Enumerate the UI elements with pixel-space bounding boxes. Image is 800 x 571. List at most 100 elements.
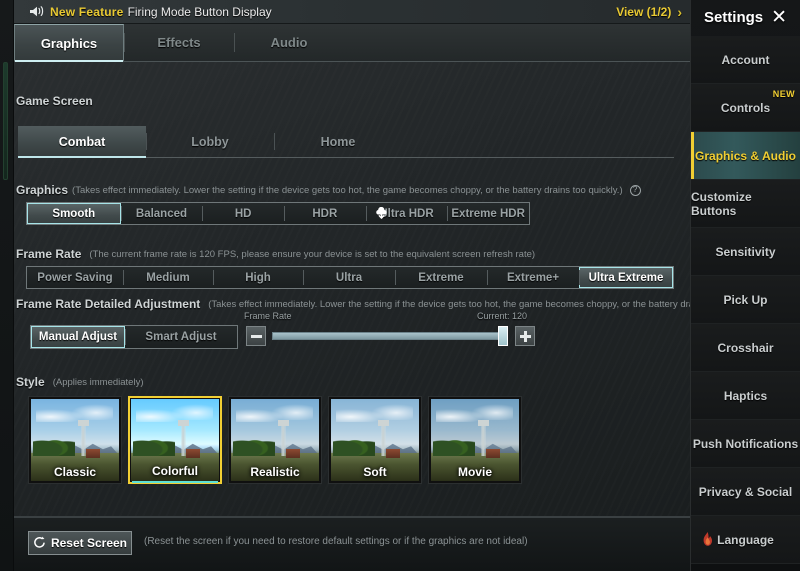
tab-effects[interactable]: Effects xyxy=(124,24,234,61)
sidebar-item-customize-buttons[interactable]: Customize Buttons xyxy=(691,180,800,228)
graphics-quality-segmented: Smooth Balanced HD HDR Ultra HDR Extreme… xyxy=(26,202,530,225)
style-item-classic[interactable]: Classic xyxy=(28,396,122,484)
frame-rate-option-extreme[interactable]: Extreme xyxy=(395,267,487,288)
sidebar-item-sensitivity[interactable]: Sensitivity xyxy=(691,228,800,276)
reset-arrow-icon xyxy=(33,536,46,551)
banner-text: Firing Mode Button Display xyxy=(127,4,272,19)
graphics-option-hd-label: HD xyxy=(234,207,252,220)
style-row-label: Style (Applies immediately) xyxy=(16,375,144,389)
banner-view-button[interactable]: View (1/2) › xyxy=(616,5,682,19)
sidebar-item-push-notifications[interactable]: Push Notifications xyxy=(691,420,800,468)
frame-rate-option-power-saving[interactable]: Power Saving xyxy=(27,267,123,288)
frame-rate-option-ultra[interactable]: Ultra xyxy=(303,267,395,288)
settings-tabbar: Graphics Effects Audio xyxy=(14,24,690,62)
sidebar-title: Settings xyxy=(703,8,764,26)
graphics-option-ultra-hdr[interactable]: Ultra HDR xyxy=(365,203,448,224)
sidebar-item-pick-up-label: Pick Up xyxy=(723,292,768,307)
frame-rate-slider-track[interactable] xyxy=(272,332,504,340)
game-screen-tab-combat-label: Combat xyxy=(58,134,106,149)
smart-adjust-label: Smart Adjust xyxy=(145,331,217,343)
graphics-option-smooth[interactable]: Smooth xyxy=(27,203,121,224)
graphics-option-balanced-label: Balanced xyxy=(135,207,188,220)
style-item-realistic[interactable]: Realistic xyxy=(228,396,322,484)
frame-rate-option-ultra-extreme-label: Ultra Extreme xyxy=(588,271,664,284)
frame-rate-segmented: Power Saving Medium High Ultra Extreme E… xyxy=(26,266,674,289)
frame-rate-option-power-saving-label: Power Saving xyxy=(37,271,113,284)
game-screen-title: Game Screen xyxy=(16,94,93,108)
close-icon[interactable]: ✕ xyxy=(771,8,787,27)
sidebar-item-language-label: Language xyxy=(717,532,774,547)
manual-adjust-button[interactable]: Manual Adjust xyxy=(31,326,125,348)
sidebar-item-account-label: Account xyxy=(721,52,770,67)
sidebar-item-account[interactable]: Account xyxy=(691,36,800,84)
frame-rate-option-extreme-plus[interactable]: Extreme+ xyxy=(487,267,579,288)
smart-adjust-button[interactable]: Smart Adjust xyxy=(125,326,237,348)
style-label: Style xyxy=(16,375,45,389)
game-screen-tab-home[interactable]: Home xyxy=(274,126,402,157)
tab-audio[interactable]: Audio xyxy=(234,24,344,61)
banner-view-label: View (1/2) xyxy=(616,4,672,19)
sidebar-item-controls[interactable]: NEW Controls xyxy=(691,84,800,132)
sidebar-item-privacy-social[interactable]: Privacy & Social xyxy=(691,468,800,516)
frame-rate-option-ultra-extreme[interactable]: Ultra Extreme xyxy=(579,267,673,288)
reset-screen-button[interactable]: Reset Screen xyxy=(28,531,132,555)
tab-audio-label: Audio xyxy=(270,35,308,50)
left-scrollbar[interactable] xyxy=(3,62,8,180)
game-screen-tab-lobby[interactable]: Lobby xyxy=(146,126,274,157)
graphics-label: Graphics xyxy=(16,183,69,197)
question-mark-icon[interactable]: ? xyxy=(629,184,641,196)
graphics-row-label: Graphics (Takes effect immediately. Lowe… xyxy=(16,183,641,197)
frame-rate-option-extreme-label: Extreme xyxy=(418,271,464,284)
cloud-download-icon xyxy=(374,206,389,224)
sidebar-item-controls-badge: NEW xyxy=(772,89,795,99)
style-item-movie-label: Movie xyxy=(457,465,492,479)
style-item-movie[interactable]: Movie xyxy=(428,396,522,484)
game-screen-tab-lobby-label: Lobby xyxy=(191,134,229,149)
style-thumbnail-list: Classic Colorful Realistic Soft Movie xyxy=(28,396,522,484)
sidebar-item-controls-label: Controls xyxy=(720,100,771,115)
frame-rate-option-medium-label: Medium xyxy=(146,271,190,284)
frame-rate-row-label: Frame Rate (The current frame rate is 12… xyxy=(16,247,535,261)
style-item-colorful[interactable]: Colorful xyxy=(128,396,222,484)
graphics-option-extreme-hdr[interactable]: Extreme HDR xyxy=(447,203,529,224)
frame-rate-option-medium[interactable]: Medium xyxy=(123,267,213,288)
sidebar-item-pick-up[interactable]: Pick Up xyxy=(691,276,800,324)
frame-rate-option-high[interactable]: High xyxy=(213,267,303,288)
frame-rate-slider-handle[interactable] xyxy=(498,326,508,346)
style-item-colorful-label: Colorful xyxy=(152,464,198,478)
sidebar-header: Settings ✕ xyxy=(691,0,800,34)
game-screen-tab-home-label: Home xyxy=(320,134,356,149)
settings-screen: New Feature Firing Mode Button Display V… xyxy=(0,0,800,571)
graphics-option-hd[interactable]: HD xyxy=(202,203,284,224)
flame-icon xyxy=(701,532,714,551)
minus-icon[interactable] xyxy=(246,326,266,346)
banner-new-label: New Feature xyxy=(50,4,124,19)
style-item-classic-label: Classic xyxy=(53,465,97,479)
style-item-realistic-label: Realistic xyxy=(250,465,300,479)
settings-sidebar: Settings ✕ Account NEW Controls Graphics… xyxy=(690,0,800,571)
slider-caption: Frame Rate xyxy=(244,311,292,321)
sidebar-item-graphics-audio[interactable]: Graphics & Audio xyxy=(691,132,800,180)
frame-rate-label: Frame Rate xyxy=(16,247,82,261)
sidebar-item-haptics[interactable]: Haptics xyxy=(691,372,800,420)
sidebar-item-crosshair[interactable]: Crosshair xyxy=(691,324,800,372)
game-screen-tabs: Combat Lobby Home xyxy=(18,126,674,158)
game-screen-tab-combat[interactable]: Combat xyxy=(18,126,146,158)
graphics-option-hdr-label: HDR xyxy=(312,207,338,220)
tab-graphics[interactable]: Graphics xyxy=(14,24,124,62)
style-note: (Applies immediately) xyxy=(52,376,144,388)
sidebar-menu: Account NEW Controls Graphics & Audio Cu… xyxy=(691,36,800,564)
graphics-option-hdr[interactable]: HDR xyxy=(283,203,366,224)
graphics-option-balanced[interactable]: Balanced xyxy=(120,203,203,224)
sidebar-item-language[interactable]: Language xyxy=(691,516,800,564)
announcement-banner[interactable]: New Feature Firing Mode Button Display V… xyxy=(14,0,690,24)
speaker-icon xyxy=(24,5,50,18)
bottom-bar: Reset Screen (Reset the screen if you ne… xyxy=(14,517,690,571)
plus-icon[interactable] xyxy=(515,326,535,346)
reset-screen-note: (Reset the screen if you need to restore… xyxy=(144,536,528,547)
chevron-right-icon: › xyxy=(677,3,682,20)
frame-rate-option-ultra-label: Ultra xyxy=(335,271,363,284)
frame-rate-note: (The current frame rate is 120 FPS, plea… xyxy=(89,248,536,260)
style-item-soft[interactable]: Soft xyxy=(328,396,422,484)
left-edge-strip xyxy=(0,0,14,571)
